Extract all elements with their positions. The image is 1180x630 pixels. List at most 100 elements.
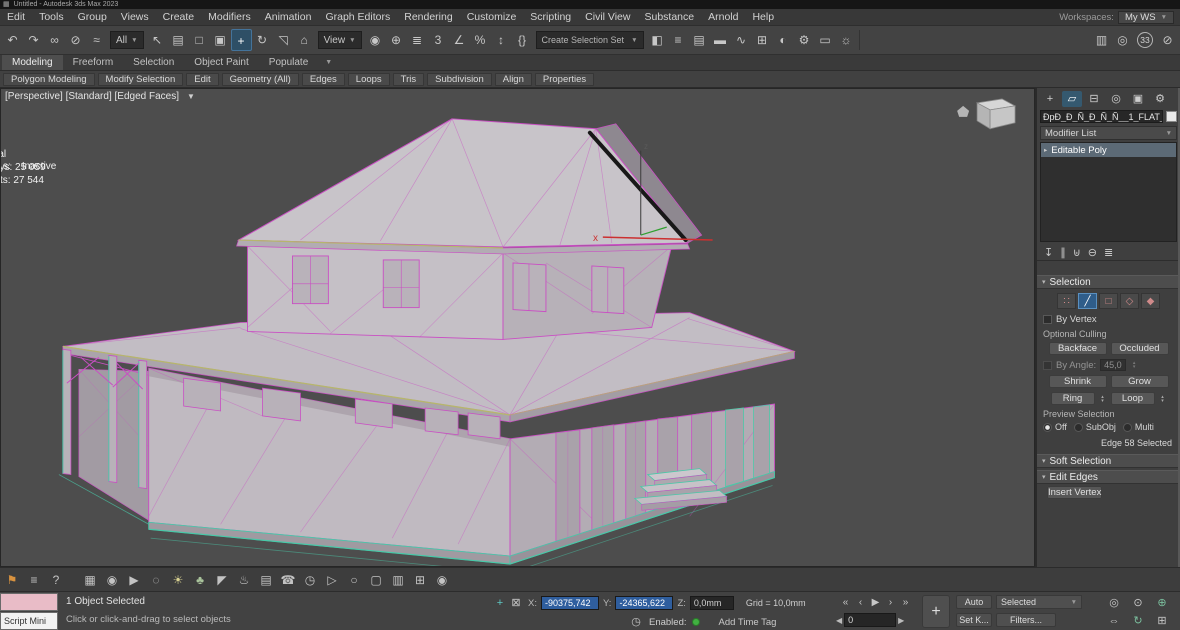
- by-vertex-row[interactable]: By Vertex: [1041, 312, 1176, 327]
- projector-icon[interactable]: ▶: [124, 570, 144, 590]
- spinner-snap-icon[interactable]: ↕: [491, 29, 512, 51]
- ribbon-panel-button[interactable]: Align: [495, 73, 532, 86]
- percent-snap-icon[interactable]: %: [470, 29, 491, 51]
- menu-item[interactable]: Arnold: [701, 11, 745, 23]
- tree-icon[interactable]: ♣: [190, 570, 210, 590]
- by-angle-value[interactable]: 45,0: [1100, 359, 1126, 371]
- z-coord-field[interactable]: 0,0mm: [690, 596, 734, 610]
- previous-frame-icon[interactable]: ‹: [853, 595, 868, 611]
- edge-mode-icon[interactable]: ╱: [1078, 293, 1097, 309]
- bind-to-space-warp-icon[interactable]: ≈: [86, 29, 107, 51]
- viewcube[interactable]: [957, 99, 1015, 129]
- border-mode-icon[interactable]: □: [1099, 293, 1118, 309]
- workspace-selector[interactable]: My WS ▼: [1118, 11, 1174, 24]
- menu-item[interactable]: Views: [114, 11, 156, 23]
- use-pivot-center-icon[interactable]: ◉: [365, 29, 386, 51]
- menu-item[interactable]: Substance: [637, 11, 701, 23]
- set-key-button[interactable]: Set K...: [956, 613, 992, 627]
- named-selection-set-dropdown[interactable]: Create Selection Set ▼: [536, 31, 644, 49]
- loop-spinner[interactable]: ▴ ▾: [1159, 395, 1167, 403]
- teapot-icon[interactable]: ♨: [234, 570, 254, 590]
- pin-stack-icon[interactable]: ↧: [1044, 246, 1053, 259]
- spinner-down-icon[interactable]: ▾: [1130, 365, 1138, 369]
- viewport-3d-canvas[interactable]: [1, 89, 1034, 566]
- shrink-button[interactable]: Shrink: [1049, 375, 1107, 388]
- spinner-down-icon[interactable]: ▾: [1159, 399, 1167, 403]
- menu-item[interactable]: Help: [745, 11, 781, 23]
- object-name-field[interactable]: ÐpÐ_Ð_Ñ_Ð_Ñ_Ñ__1_FLAT_PART: [1040, 110, 1163, 123]
- modifier-list-dropdown[interactable]: Modifier List ▼: [1040, 126, 1177, 140]
- select-by-name-icon[interactable]: ▤: [168, 29, 189, 51]
- ribbon-tab[interactable]: Freeform: [63, 55, 124, 70]
- menu-item[interactable]: Tools: [32, 11, 71, 23]
- menu-item[interactable]: Scripting: [523, 11, 578, 23]
- maxscript-mini-listener[interactable]: Script Mini: [0, 612, 58, 630]
- utilities-tab-icon[interactable]: ⚙: [1150, 91, 1170, 107]
- occluded-button[interactable]: Occluded: [1111, 342, 1169, 355]
- ribbon-panel-button[interactable]: Loops: [348, 73, 390, 86]
- display-tab-icon[interactable]: ▣: [1128, 91, 1148, 107]
- polygon-mode-icon[interactable]: ◇: [1120, 293, 1139, 309]
- select-and-manipulate-icon[interactable]: ⊕: [386, 29, 407, 51]
- mirror-icon[interactable]: ◧: [647, 29, 668, 51]
- make-unique-icon[interactable]: ⊎: [1073, 246, 1081, 259]
- ribbon-tab[interactable]: Object Paint: [184, 55, 258, 70]
- help-icon[interactable]: ?: [46, 570, 66, 590]
- edit-edges-rollout-header[interactable]: ▾ Edit Edges: [1037, 470, 1180, 484]
- panel-icon[interactable]: ▥: [388, 570, 408, 590]
- phone-icon[interactable]: ☎: [278, 570, 298, 590]
- menu-item[interactable]: Rendering: [397, 11, 459, 23]
- insert-vertex-button[interactable]: Insert Vertex: [1047, 486, 1102, 499]
- isolate-selection-icon[interactable]: ⊘: [1157, 29, 1178, 51]
- play-icon[interactable]: ▶: [868, 595, 883, 611]
- pan-icon[interactable]: ⇔: [1102, 613, 1126, 629]
- render-production-icon[interactable]: ☼: [836, 29, 857, 51]
- clock-icon[interactable]: ◷: [300, 570, 320, 590]
- create-tab-icon[interactable]: +: [1040, 91, 1060, 107]
- modify-tab-icon[interactable]: ▱: [1062, 91, 1082, 107]
- rendered-frame-icon[interactable]: ▭: [815, 29, 836, 51]
- ribbon-tab[interactable]: Modeling: [2, 55, 63, 70]
- sun-icon[interactable]: ☀: [168, 570, 188, 590]
- lightbulb-icon[interactable]: ◌: [146, 570, 166, 590]
- set-keys-button[interactable]: +: [922, 595, 950, 628]
- ribbon-panel-button[interactable]: Properties: [535, 73, 594, 86]
- select-object-icon[interactable]: ↖: [147, 29, 168, 51]
- configure-modifier-sets-icon[interactable]: ≣: [1104, 246, 1113, 259]
- ribbon-panel-button[interactable]: Polygon Modeling: [3, 73, 95, 86]
- rectangular-selection-icon[interactable]: □: [189, 29, 210, 51]
- schematic-view-icon[interactable]: ⊞: [752, 29, 773, 51]
- menu-icon[interactable]: ≡: [24, 570, 44, 590]
- ribbon-panel-button[interactable]: Edit: [186, 73, 218, 86]
- select-and-scale-icon[interactable]: ◹: [273, 29, 294, 51]
- snaps-toggle-3d-icon[interactable]: 3: [428, 29, 449, 51]
- viewport-label-text[interactable]: [Perspective] [Standard] [Edged Faces]: [5, 91, 179, 102]
- add-time-tag[interactable]: Add Time Tag: [719, 617, 777, 628]
- next-frame-icon[interactable]: ›: [883, 595, 898, 611]
- show-end-result-icon[interactable]: ∥: [1060, 246, 1066, 259]
- curve-editor-icon[interactable]: ∿: [731, 29, 752, 51]
- reference-coordinate-dropdown[interactable]: View ▼: [318, 31, 362, 49]
- x-coord-field[interactable]: -90375,742: [541, 596, 599, 610]
- ring-spinner[interactable]: ▴ ▾: [1099, 395, 1107, 403]
- current-frame-field[interactable]: 0: [844, 613, 896, 627]
- hierarchy-tab-icon[interactable]: ⊟: [1084, 91, 1104, 107]
- viewport-quality-badge[interactable]: 33: [1137, 32, 1153, 48]
- key-mode-dropdown[interactable]: Selected ▼: [996, 595, 1082, 609]
- ribbon-panel-button[interactable]: Geometry (All): [222, 73, 299, 86]
- camera-view-icon[interactable]: ◎: [1112, 29, 1133, 51]
- render-setup-icon[interactable]: ⚙: [794, 29, 815, 51]
- ribbon-panel-button[interactable]: Modify Selection: [98, 73, 184, 86]
- by-angle-spinner[interactable]: ▴ ▾: [1130, 361, 1138, 369]
- menu-item[interactable]: Graph Editors: [318, 11, 397, 23]
- menu-item[interactable]: Customize: [460, 11, 524, 23]
- selection-filter-dropdown[interactable]: All ▼: [110, 31, 144, 49]
- vertex-mode-icon[interactable]: ∷: [1057, 293, 1076, 309]
- radio-icon[interactable]: [1043, 423, 1052, 432]
- window-crossing-icon[interactable]: ▣: [210, 29, 231, 51]
- media-player-icon[interactable]: ▷: [322, 570, 342, 590]
- spotlight-icon[interactable]: ◤: [212, 570, 232, 590]
- selection-region-icon[interactable]: +: [492, 595, 508, 611]
- track-flag-icon[interactable]: ⚑: [2, 570, 22, 590]
- align-icon[interactable]: ≡: [668, 29, 689, 51]
